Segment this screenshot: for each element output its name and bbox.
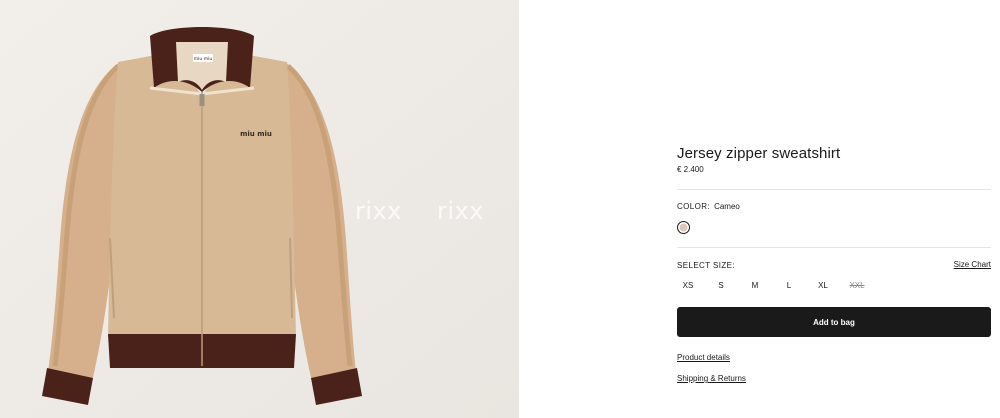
select-size-label: SELECT SIZE: [677,261,736,270]
product-info-panel: Jersey zipper sweatshirt € 2.400 COLOR: C… [677,0,991,418]
size-option-l[interactable]: L [778,281,800,290]
product-price: € 2.400 [677,165,704,174]
color-row: COLOR: Cameo [677,202,740,211]
product-image: miu miu miu miu rixx rixx [0,0,519,418]
size-option-s[interactable]: S [710,281,732,290]
divider [677,247,991,248]
size-option-xxl: XXL [849,281,865,290]
add-to-bag-button[interactable]: Add to bag [677,307,991,337]
color-label: COLOR: [677,202,711,211]
product-details-link[interactable]: Product details [677,353,730,362]
size-options: XS S M L XL XXL [677,281,877,293]
color-swatch-cameo[interactable] [677,221,690,234]
color-value: Cameo [714,202,740,211]
collar-logo: miu miu [194,56,213,62]
watermark-text: rixx [355,197,402,225]
size-chart-link[interactable]: Size Chart [954,260,991,269]
divider [677,189,991,190]
watermark-text: rixx [437,197,484,225]
size-option-xs[interactable]: XS [677,281,699,290]
shipping-returns-link[interactable]: Shipping & Returns [677,374,746,383]
size-option-m[interactable]: M [744,281,766,290]
size-option-xl[interactable]: XL [812,281,834,290]
product-title: Jersey zipper sweatshirt [677,145,841,162]
chest-logo: miu miu [240,130,272,138]
